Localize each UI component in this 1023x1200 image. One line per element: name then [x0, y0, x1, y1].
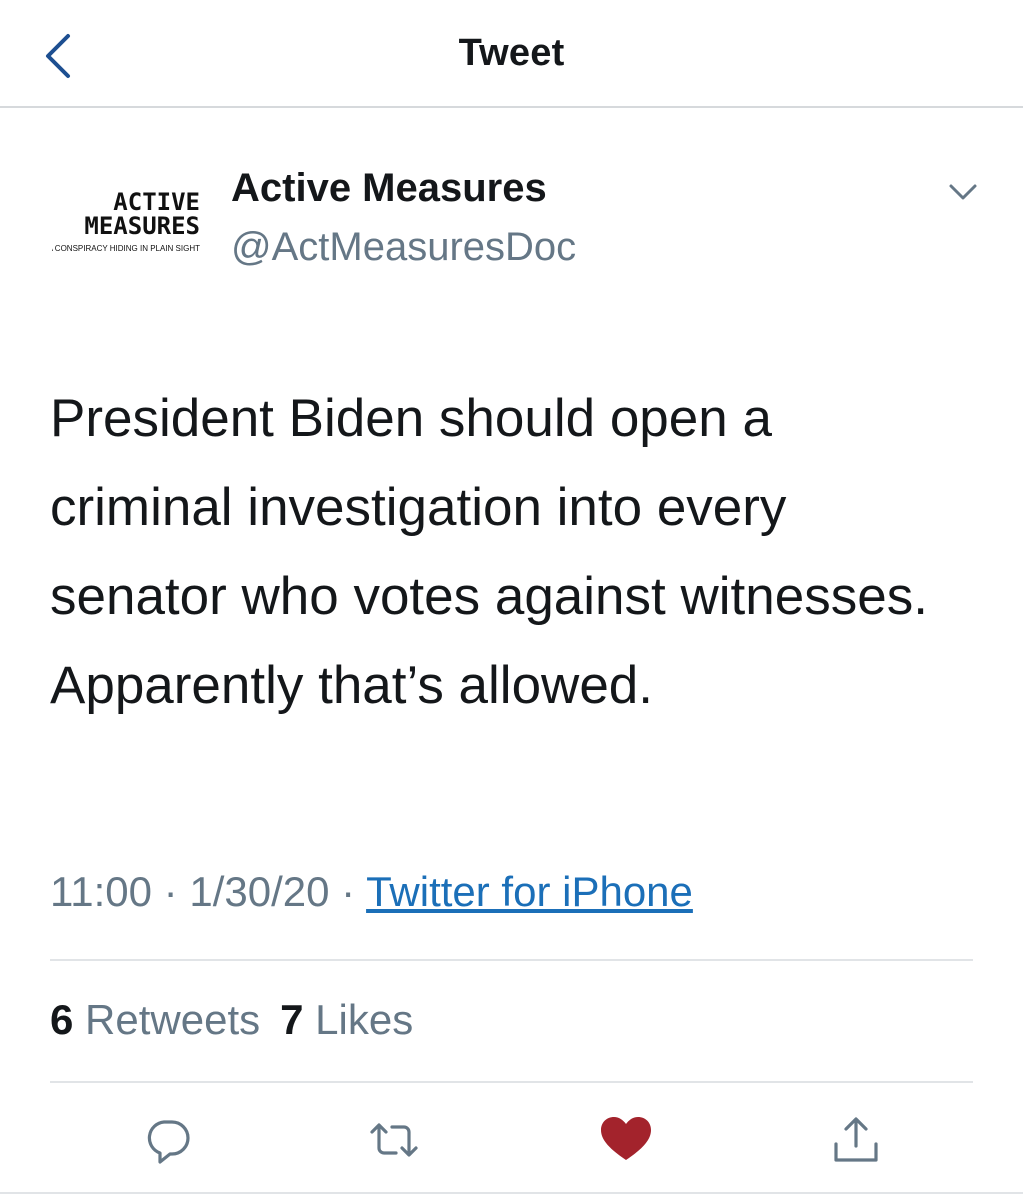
chevron-down-icon	[949, 184, 977, 200]
share-icon	[834, 1117, 878, 1162]
engagement-stats: 6 Retweets 7 Likes	[50, 996, 413, 1044]
retweets-count: 6	[50, 996, 74, 1043]
tweet-meta: 11:00 · 1/30/20 · Twitter for iPhone	[50, 868, 693, 916]
author-name[interactable]: Active Measures	[231, 166, 547, 211]
retweet-icon	[370, 1123, 418, 1157]
like-button[interactable]	[598, 1112, 654, 1168]
divider	[0, 1192, 1023, 1194]
reply-button[interactable]	[140, 1112, 196, 1168]
top-nav-bar: Tweet	[0, 0, 1023, 108]
active-measures-logo: ACTIVE MEASURES A CONSPIRACY HIDING IN P…	[48, 188, 200, 253]
reply-icon	[147, 1120, 190, 1164]
retweets-label: Retweets	[85, 996, 261, 1043]
author-handle[interactable]: @ActMeasuresDoc	[231, 225, 576, 270]
meta-separator: ·	[163, 868, 178, 915]
heart-icon	[601, 1117, 651, 1160]
divider	[50, 959, 973, 961]
more-options-button[interactable]	[943, 176, 983, 208]
avatar[interactable]: ACTIVE MEASURES A CONSPIRACY HIDING IN P…	[48, 178, 208, 274]
likes-label: Likes	[315, 996, 414, 1043]
retweet-button[interactable]	[366, 1112, 422, 1168]
divider	[50, 1081, 973, 1083]
meta-separator: ·	[341, 868, 356, 915]
page-title: Tweet	[458, 32, 565, 74]
tweet-text: President Biden should open a criminal i…	[50, 389, 928, 715]
likes-count: 7	[280, 996, 304, 1043]
share-button[interactable]	[828, 1112, 884, 1168]
likes-stat[interactable]: 7 Likes	[280, 996, 413, 1043]
tweet-time: 11:00	[50, 868, 152, 915]
svg-text:MEASURES: MEASURES	[84, 212, 200, 240]
svg-text:A CONSPIRACY HIDING IN PLAIN S: A CONSPIRACY HIDING IN PLAIN SIGHT	[52, 244, 200, 253]
tweet-source-link[interactable]: Twitter for iPhone	[366, 868, 693, 915]
tweet-date: 1/30/20	[189, 868, 330, 915]
retweets-stat[interactable]: 6 Retweets	[50, 996, 260, 1043]
